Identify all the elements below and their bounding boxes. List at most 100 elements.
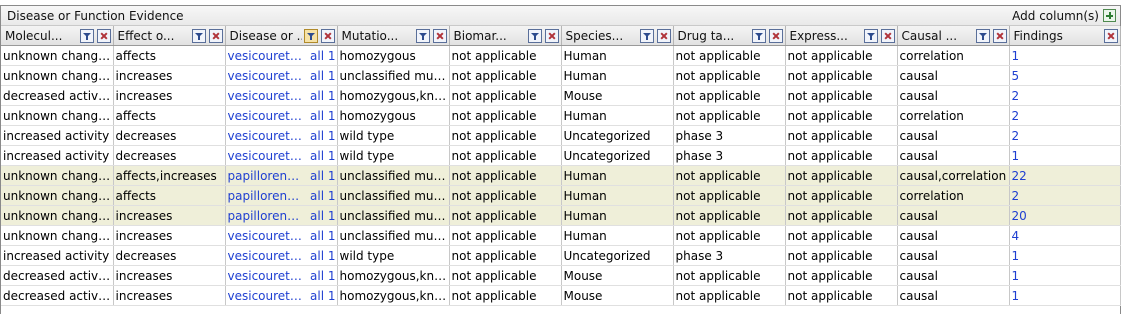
- remove-column-icon[interactable]: [656, 28, 671, 43]
- findings-cell[interactable]: 4: [1009, 225, 1121, 246]
- all-link[interactable]: all 1: [310, 249, 335, 263]
- column-header-label[interactable]: Express...: [790, 29, 862, 43]
- remove-column-icon[interactable]: [544, 28, 559, 43]
- remove-column-icon[interactable]: [992, 28, 1007, 43]
- table-row[interactable]: unknown change... increases papillorenal..…: [1, 205, 1121, 226]
- disease-cell[interactable]: vesicourete... all 1: [225, 105, 338, 126]
- findings-cell[interactable]: 1: [1009, 285, 1121, 306]
- disease-cell[interactable]: papillorenal... all 1: [225, 185, 338, 206]
- all-link[interactable]: all 1: [310, 209, 335, 223]
- disease-link[interactable]: papillorenal...: [228, 189, 307, 203]
- remove-column-icon[interactable]: [320, 28, 335, 43]
- remove-column-icon[interactable]: [880, 28, 895, 43]
- findings-cell[interactable]: 1: [1009, 145, 1121, 166]
- disease-cell[interactable]: vesicourete... all 1: [225, 225, 338, 246]
- disease-link[interactable]: papillorenal...: [228, 209, 307, 223]
- findings-cell[interactable]: 2: [1009, 105, 1121, 126]
- filter-icon[interactable]: [751, 28, 766, 43]
- table-row[interactable]: decreased activity increases vesicourete..…: [1, 285, 1121, 306]
- all-link[interactable]: all 1: [310, 49, 335, 63]
- disease-cell[interactable]: vesicourete... all 1: [225, 125, 338, 146]
- findings-cell[interactable]: 20: [1009, 205, 1121, 226]
- remove-column-icon[interactable]: [96, 28, 111, 43]
- filter-icon[interactable]: [527, 28, 542, 43]
- disease-link[interactable]: vesicourete...: [228, 289, 307, 303]
- column-header-label[interactable]: Drug ta...: [678, 29, 750, 43]
- disease-link[interactable]: vesicourete...: [228, 129, 307, 143]
- column-header-0[interactable]: Molecul...: [1, 26, 114, 46]
- disease-link[interactable]: vesicourete...: [228, 109, 307, 123]
- disease-link[interactable]: vesicourete...: [228, 269, 307, 283]
- disease-cell[interactable]: vesicourete... all 1: [225, 85, 338, 106]
- filter-icon[interactable]: [303, 28, 318, 43]
- filter-icon[interactable]: [863, 28, 878, 43]
- findings-cell[interactable]: 1: [1009, 265, 1121, 286]
- filter-icon[interactable]: [415, 28, 430, 43]
- column-header-9[interactable]: Findings: [1009, 26, 1121, 46]
- all-link[interactable]: all 1: [310, 149, 335, 163]
- all-link[interactable]: all 1: [310, 109, 335, 123]
- remove-column-icon[interactable]: [208, 28, 223, 43]
- disease-cell[interactable]: vesicourete... all 1: [225, 265, 338, 286]
- table-row[interactable]: unknown change... affects,increases papill…: [1, 165, 1121, 186]
- table-row[interactable]: unknown change... affects vesicourete... al…: [1, 105, 1121, 126]
- disease-cell[interactable]: vesicourete... all 1: [225, 65, 338, 86]
- column-header-label[interactable]: Disease or ...: [230, 29, 302, 43]
- column-header-label[interactable]: Biomar...: [454, 29, 526, 43]
- disease-cell[interactable]: vesicourete... all 1: [225, 245, 338, 266]
- disease-cell[interactable]: vesicourete... all 1: [225, 145, 338, 166]
- column-header-4[interactable]: Biomar...: [449, 26, 562, 46]
- add-columns-control[interactable]: Add column(s): [1012, 9, 1116, 23]
- all-link[interactable]: all 1: [310, 69, 335, 83]
- all-link[interactable]: all 1: [310, 129, 335, 143]
- table-row[interactable]: increased activity decreases vesicourete..…: [1, 125, 1121, 146]
- all-link[interactable]: all 1: [310, 189, 335, 203]
- column-header-label[interactable]: Causal ...: [902, 29, 974, 43]
- column-header-2[interactable]: Disease or ...: [225, 26, 338, 46]
- table-row[interactable]: unknown change... affects papillorenal... a…: [1, 185, 1121, 206]
- filter-icon[interactable]: [639, 28, 654, 43]
- table-row[interactable]: increased activity decreases vesicourete..…: [1, 145, 1121, 166]
- disease-cell[interactable]: papillorenal... all 1: [225, 205, 338, 226]
- remove-column-icon[interactable]: [768, 28, 783, 43]
- filter-icon[interactable]: [79, 28, 94, 43]
- column-header-6[interactable]: Drug ta...: [673, 26, 786, 46]
- column-header-7[interactable]: Express...: [785, 26, 898, 46]
- findings-cell[interactable]: 1: [1009, 245, 1121, 266]
- disease-link[interactable]: vesicourete...: [228, 149, 307, 163]
- disease-link[interactable]: papillorenal...: [228, 169, 307, 183]
- disease-link[interactable]: vesicourete...: [228, 49, 307, 63]
- column-header-3[interactable]: Mutatio...: [337, 26, 450, 46]
- table-row[interactable]: unknown change... increases vesicourete...…: [1, 65, 1121, 86]
- disease-cell[interactable]: vesicourete... all 1: [225, 45, 338, 66]
- table-row[interactable]: unknown change... increases vesicourete...…: [1, 225, 1121, 246]
- all-link[interactable]: all 1: [310, 169, 335, 183]
- filter-icon[interactable]: [975, 28, 990, 43]
- column-header-8[interactable]: Causal ...: [897, 26, 1010, 46]
- findings-cell[interactable]: 5: [1009, 65, 1121, 86]
- disease-link[interactable]: vesicourete...: [228, 69, 307, 83]
- filter-icon[interactable]: [191, 28, 206, 43]
- remove-column-icon[interactable]: [432, 28, 447, 43]
- disease-link[interactable]: vesicourete...: [228, 249, 307, 263]
- column-header-1[interactable]: Effect o...: [113, 26, 226, 46]
- disease-link[interactable]: vesicourete...: [228, 229, 307, 243]
- disease-cell[interactable]: papillorenal... all 1: [225, 165, 338, 186]
- column-header-label[interactable]: Findings: [1014, 29, 1101, 43]
- plus-icon[interactable]: [1103, 9, 1116, 22]
- column-header-label[interactable]: Species...: [566, 29, 638, 43]
- disease-cell[interactable]: vesicourete... all 1: [225, 285, 338, 306]
- findings-cell[interactable]: 2: [1009, 185, 1121, 206]
- table-row[interactable]: increased activity decreases vesicourete..…: [1, 245, 1121, 266]
- all-link[interactable]: all 1: [310, 269, 335, 283]
- column-header-5[interactable]: Species...: [561, 26, 674, 46]
- disease-link[interactable]: vesicourete...: [228, 89, 307, 103]
- column-header-label[interactable]: Molecul...: [5, 29, 78, 43]
- all-link[interactable]: all 1: [310, 289, 335, 303]
- findings-cell[interactable]: 1: [1009, 45, 1121, 66]
- all-link[interactable]: all 1: [310, 89, 335, 103]
- all-link[interactable]: all 1: [310, 229, 335, 243]
- table-row[interactable]: unknown change... affects vesicourete... al…: [1, 45, 1121, 66]
- table-row[interactable]: decreased activity increases vesicourete..…: [1, 85, 1121, 106]
- findings-cell[interactable]: 2: [1009, 125, 1121, 146]
